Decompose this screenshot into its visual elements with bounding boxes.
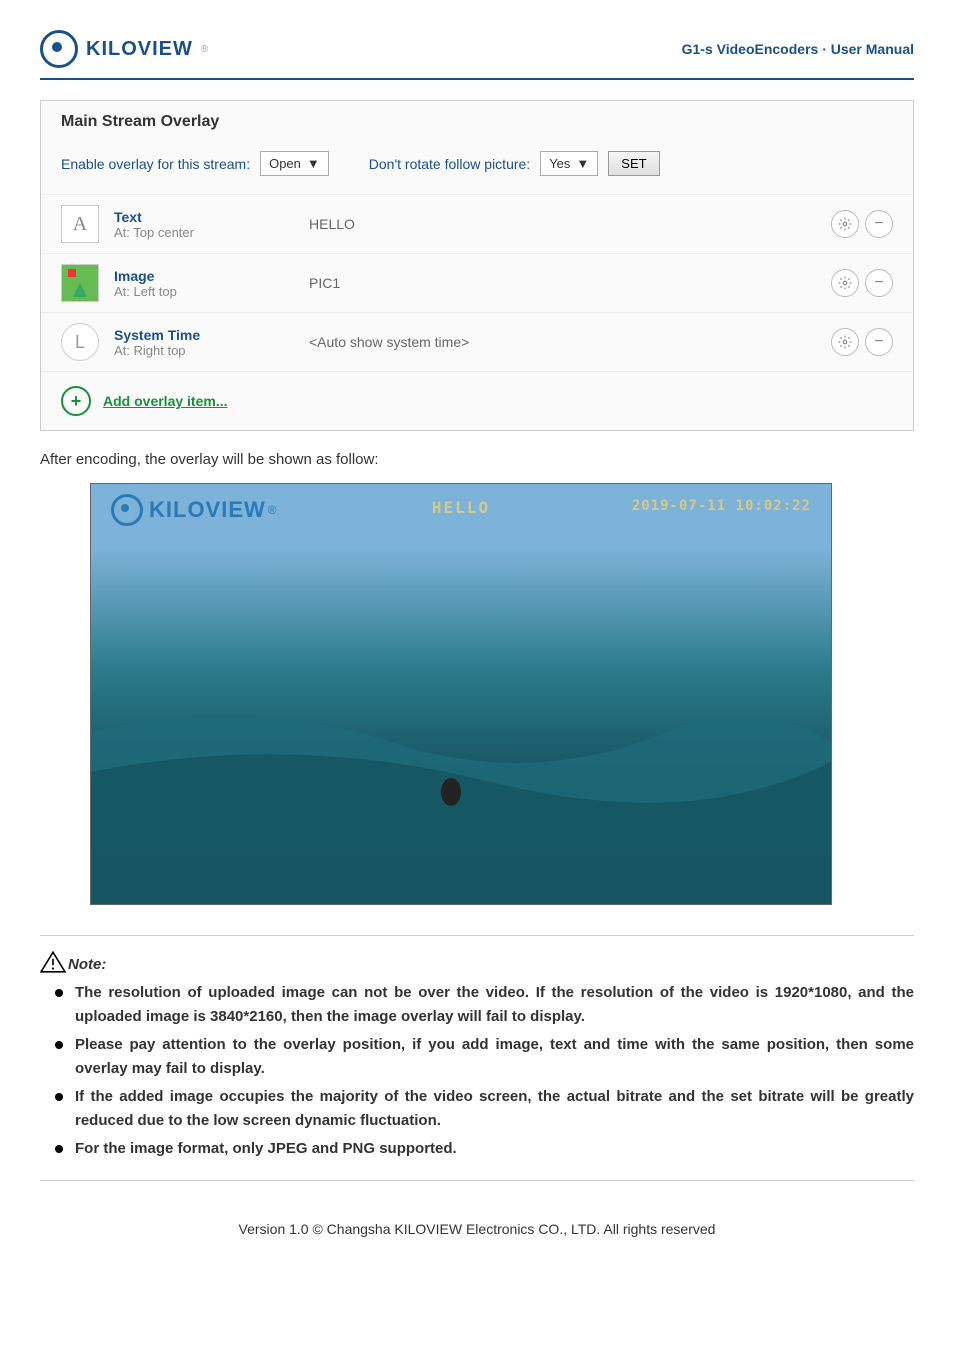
- preview-timestamp: 2019-07-11 10:02:22: [632, 498, 811, 514]
- clock-overlay-icon: [61, 323, 99, 361]
- overlay-type: Text: [114, 209, 294, 225]
- overlay-position: At: Right top: [114, 343, 294, 358]
- note-item: Please pay attention to the overlay posi…: [40, 1033, 914, 1081]
- minus-icon[interactable]: −: [865, 269, 893, 297]
- preview-image: KILOVIEW ® HELLO 2019-07-11 10:02:22: [90, 483, 832, 905]
- rotate-label: Don't rotate follow picture:: [369, 156, 530, 172]
- set-button[interactable]: SET: [608, 151, 659, 176]
- minus-icon[interactable]: −: [865, 328, 893, 356]
- overlay-value: <Auto show system time>: [309, 334, 816, 350]
- overlay-position: At: Top center: [114, 225, 294, 240]
- text-overlay-icon: A: [61, 205, 99, 243]
- brand-logo: KILOVIEW ®: [40, 30, 208, 68]
- logo-icon: [40, 30, 78, 68]
- overlay-type: System Time: [114, 327, 294, 343]
- wave-graphic: [91, 652, 831, 904]
- registered-mark: ®: [201, 44, 208, 55]
- overlay-type: Image: [114, 268, 294, 284]
- overlay-item-system-time: System Time At: Right top <Auto show sys…: [41, 312, 913, 371]
- image-overlay-icon: [61, 264, 99, 302]
- warning-icon: [40, 951, 66, 973]
- gear-icon[interactable]: [831, 269, 859, 297]
- preview-logo-text: KILOVIEW: [149, 497, 266, 523]
- enable-select[interactable]: Open ▼: [260, 151, 329, 176]
- overlay-panel: Main Stream Overlay Enable overlay for t…: [40, 100, 914, 431]
- preview-center-text: HELLO: [432, 498, 490, 517]
- bullet-icon: [55, 1041, 63, 1049]
- enable-label: Enable overlay for this stream:: [61, 156, 250, 172]
- note-label: Note:: [68, 956, 106, 973]
- overlay-item-text: A Text At: Top center HELLO −: [41, 194, 913, 253]
- rotate-value: Yes: [549, 156, 570, 171]
- add-overlay-link: Add overlay item...: [103, 393, 227, 409]
- page-header: KILOVIEW ® G1-s VideoEncoders · User Man…: [40, 30, 914, 80]
- brand-name: KILOVIEW: [86, 38, 193, 61]
- add-overlay-row[interactable]: + Add overlay item...: [41, 371, 913, 430]
- chevron-down-icon: ▼: [307, 156, 320, 171]
- overlay-position: At: Left top: [114, 284, 294, 299]
- overlay-value: HELLO: [309, 216, 816, 232]
- enable-value: Open: [269, 156, 301, 171]
- plus-icon: +: [61, 386, 91, 416]
- after-encoding-text: After encoding, the overlay will be show…: [40, 451, 914, 468]
- chevron-down-icon: ▼: [576, 156, 589, 171]
- note-item: The resolution of uploaded image can not…: [40, 981, 914, 1029]
- bullet-icon: [55, 989, 63, 997]
- rotate-select[interactable]: Yes ▼: [540, 151, 598, 176]
- settings-row: Enable overlay for this stream: Open ▼ D…: [41, 143, 913, 194]
- overlay-value: PIC1: [309, 275, 816, 291]
- document-title: G1-s VideoEncoders · User Manual: [682, 41, 914, 57]
- note-list: The resolution of uploaded image can not…: [40, 981, 914, 1161]
- overlay-item-image: Image At: Left top PIC1 −: [41, 253, 913, 312]
- panel-title: Main Stream Overlay: [41, 101, 913, 143]
- minus-icon[interactable]: −: [865, 210, 893, 238]
- note-item: If the added image occupies the majority…: [40, 1085, 914, 1133]
- preview-logo: KILOVIEW ®: [111, 494, 277, 526]
- footer: Version 1.0 © Changsha KILOVIEW Electron…: [40, 1221, 914, 1237]
- note-item: For the image format, only JPEG and PNG …: [40, 1137, 914, 1161]
- preview-logo-icon: [111, 494, 143, 526]
- gear-icon[interactable]: [831, 210, 859, 238]
- note-section: Note: The resolution of uploaded image c…: [40, 935, 914, 1181]
- bullet-icon: [55, 1093, 63, 1101]
- gear-icon[interactable]: [831, 328, 859, 356]
- preview-registered-mark: ®: [268, 503, 277, 517]
- bullet-icon: [55, 1145, 63, 1153]
